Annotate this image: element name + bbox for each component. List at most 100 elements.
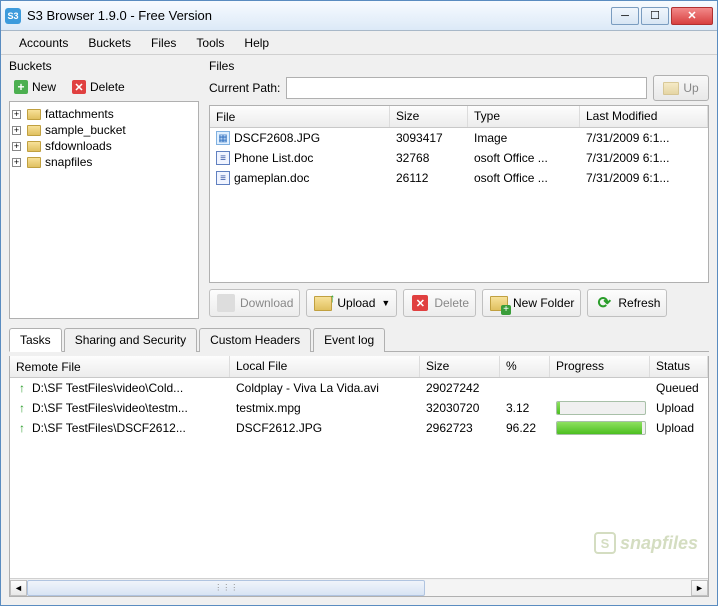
titlebar[interactable]: S3 S3 Browser 1.9.0 - Free Version ─ ☐ ✕ bbox=[1, 1, 717, 31]
bucket-item[interactable]: +snapfiles bbox=[12, 154, 196, 170]
file-list-header: File Size Type Last Modified bbox=[210, 106, 708, 128]
tasks-header: Remote File Local File Size % Progress S… bbox=[10, 356, 708, 378]
bucket-name: fattachments bbox=[45, 107, 114, 121]
watermark: S snapfiles bbox=[594, 532, 698, 554]
watermark-icon: S bbox=[594, 532, 616, 554]
expander-icon[interactable]: + bbox=[12, 126, 21, 135]
refresh-label: Refresh bbox=[618, 296, 660, 310]
delete-file-label: Delete bbox=[434, 296, 469, 310]
tab-sharing-security[interactable]: Sharing and Security bbox=[64, 328, 197, 352]
upload-arrow-icon: ↑ bbox=[16, 402, 28, 414]
current-path-input[interactable] bbox=[286, 77, 647, 99]
task-row[interactable]: ↑D:\SF TestFiles\video\testm...testmix.m… bbox=[10, 398, 708, 418]
upload-button[interactable]: Upload ▼ bbox=[306, 289, 397, 317]
bottom-tabs: Tasks Sharing and Security Custom Header… bbox=[9, 327, 709, 352]
file-list[interactable]: File Size Type Last Modified ▦ DSCF2608.J… bbox=[209, 105, 709, 283]
refresh-icon: ⟳ bbox=[594, 293, 614, 313]
tcol-pct[interactable]: % bbox=[500, 356, 550, 377]
tcol-status[interactable]: Status bbox=[650, 356, 708, 377]
file-icon: ▦ bbox=[216, 131, 230, 145]
local-file: DSCF2612.JPG bbox=[230, 419, 420, 437]
folder-icon bbox=[27, 125, 41, 136]
maximize-button[interactable]: ☐ bbox=[641, 7, 669, 25]
bucket-item[interactable]: + sample_bucket bbox=[12, 122, 196, 138]
horizontal-scrollbar[interactable]: ◄ ⋮⋮⋮ ► bbox=[10, 578, 708, 596]
file-name: gameplan.doc bbox=[234, 171, 309, 185]
menu-help[interactable]: Help bbox=[234, 34, 279, 52]
menu-buckets[interactable]: Buckets bbox=[78, 34, 141, 52]
menu-accounts[interactable]: Accounts bbox=[9, 34, 78, 52]
scroll-left-arrow[interactable]: ◄ bbox=[10, 580, 27, 596]
new-bucket-label: New bbox=[32, 80, 56, 94]
buckets-label: Buckets bbox=[9, 59, 199, 73]
task-pct: 3.12 bbox=[500, 399, 550, 417]
delete-file-button[interactable]: ✕ Delete bbox=[403, 289, 476, 317]
file-size: 26112 bbox=[390, 169, 468, 187]
file-row[interactable]: ≡Phone List.doc32768osoft Office ...7/31… bbox=[210, 148, 708, 168]
file-modified: 7/31/2009 6:1... bbox=[580, 169, 708, 187]
up-label: Up bbox=[683, 81, 698, 95]
task-size: 29027242 bbox=[420, 379, 500, 397]
files-panel: Files Current Path: Up File Size Type La… bbox=[209, 59, 709, 319]
tcol-local[interactable]: Local File bbox=[230, 356, 420, 377]
tab-event-log[interactable]: Event log bbox=[313, 328, 385, 352]
tab-custom-headers[interactable]: Custom Headers bbox=[199, 328, 311, 352]
remote-file: D:\SF TestFiles\DSCF2612... bbox=[32, 421, 186, 435]
app-window: S3 S3 Browser 1.9.0 - Free Version ─ ☐ ✕… bbox=[0, 0, 718, 606]
menu-tools[interactable]: Tools bbox=[186, 34, 234, 52]
task-status: Upload bbox=[650, 419, 708, 437]
refresh-button[interactable]: ⟳ Refresh bbox=[587, 289, 667, 317]
expander-icon[interactable]: + bbox=[12, 142, 21, 151]
bucket-name: sample_bucket bbox=[45, 123, 126, 137]
minimize-button[interactable]: ─ bbox=[611, 7, 639, 25]
col-size[interactable]: Size bbox=[390, 106, 468, 127]
folder-icon bbox=[27, 109, 41, 120]
file-row[interactable]: ≡gameplan.doc26112osoft Office ...7/31/2… bbox=[210, 168, 708, 188]
file-size: 3093417 bbox=[390, 129, 468, 147]
task-status: Queued bbox=[650, 379, 708, 397]
upload-icon bbox=[313, 293, 333, 313]
task-row[interactable]: ↑D:\SF TestFiles\video\Cold...Coldplay -… bbox=[10, 378, 708, 398]
bucket-item[interactable]: +sfdownloads bbox=[12, 138, 196, 154]
up-button[interactable]: Up bbox=[653, 75, 709, 101]
task-row[interactable]: ↑ D:\SF TestFiles\DSCF2612... DSCF2612.JPG… bbox=[10, 418, 708, 438]
close-button[interactable]: ✕ bbox=[671, 7, 713, 25]
tcol-remote[interactable]: Remote File bbox=[10, 356, 230, 377]
file-type: osoft Office ... bbox=[468, 149, 580, 167]
scroll-thumb[interactable]: ⋮⋮⋮ bbox=[27, 580, 425, 596]
bucket-item[interactable]: + fattachments bbox=[12, 106, 196, 122]
expander-icon[interactable]: + bbox=[12, 110, 21, 119]
col-type[interactable]: Type bbox=[468, 106, 580, 127]
col-modified[interactable]: Last Modified bbox=[580, 106, 708, 127]
folder-icon bbox=[27, 141, 41, 152]
expander-icon[interactable]: + bbox=[12, 158, 21, 167]
menubar: Accounts Buckets Files Tools Help bbox=[1, 31, 717, 55]
upload-arrow-icon: ↑ bbox=[16, 422, 28, 434]
scroll-right-arrow[interactable]: ► bbox=[691, 580, 708, 596]
plus-icon: + bbox=[14, 80, 28, 94]
upload-arrow-icon: ↑ bbox=[16, 382, 28, 394]
file-row[interactable]: ▦DSCF2608.JPG3093417Image7/31/2009 6:1..… bbox=[210, 128, 708, 148]
delete-bucket-button[interactable]: ✕ Delete bbox=[67, 77, 130, 97]
chevron-down-icon: ▼ bbox=[381, 298, 390, 308]
folder-icon bbox=[27, 157, 41, 168]
new-folder-button[interactable]: New Folder bbox=[482, 289, 581, 317]
file-modified: 7/31/2009 6:1... bbox=[580, 149, 708, 167]
progress-bar bbox=[556, 401, 646, 415]
file-name: DSCF2608.JPG bbox=[234, 131, 320, 145]
bucket-tree[interactable]: +fattachments+sample_bucket+sfdownloads+… bbox=[9, 101, 199, 319]
download-label: Download bbox=[240, 296, 293, 310]
col-file[interactable]: File bbox=[210, 106, 390, 127]
tab-tasks[interactable]: Tasks bbox=[9, 328, 62, 352]
remote-file: D:\SF TestFiles\video\Cold... bbox=[32, 381, 183, 395]
download-button[interactable]: Download bbox=[209, 289, 300, 317]
new-bucket-button[interactable]: + New bbox=[9, 77, 61, 97]
download-icon bbox=[217, 294, 235, 312]
menu-files[interactable]: Files bbox=[141, 34, 186, 52]
watermark-text: snapfiles bbox=[620, 533, 698, 554]
tcol-progress[interactable]: Progress bbox=[550, 356, 650, 377]
tcol-size[interactable]: Size bbox=[420, 356, 500, 377]
files-label: Files bbox=[209, 59, 709, 73]
current-path-label: Current Path: bbox=[209, 81, 280, 95]
file-icon: ≡ bbox=[216, 171, 230, 185]
